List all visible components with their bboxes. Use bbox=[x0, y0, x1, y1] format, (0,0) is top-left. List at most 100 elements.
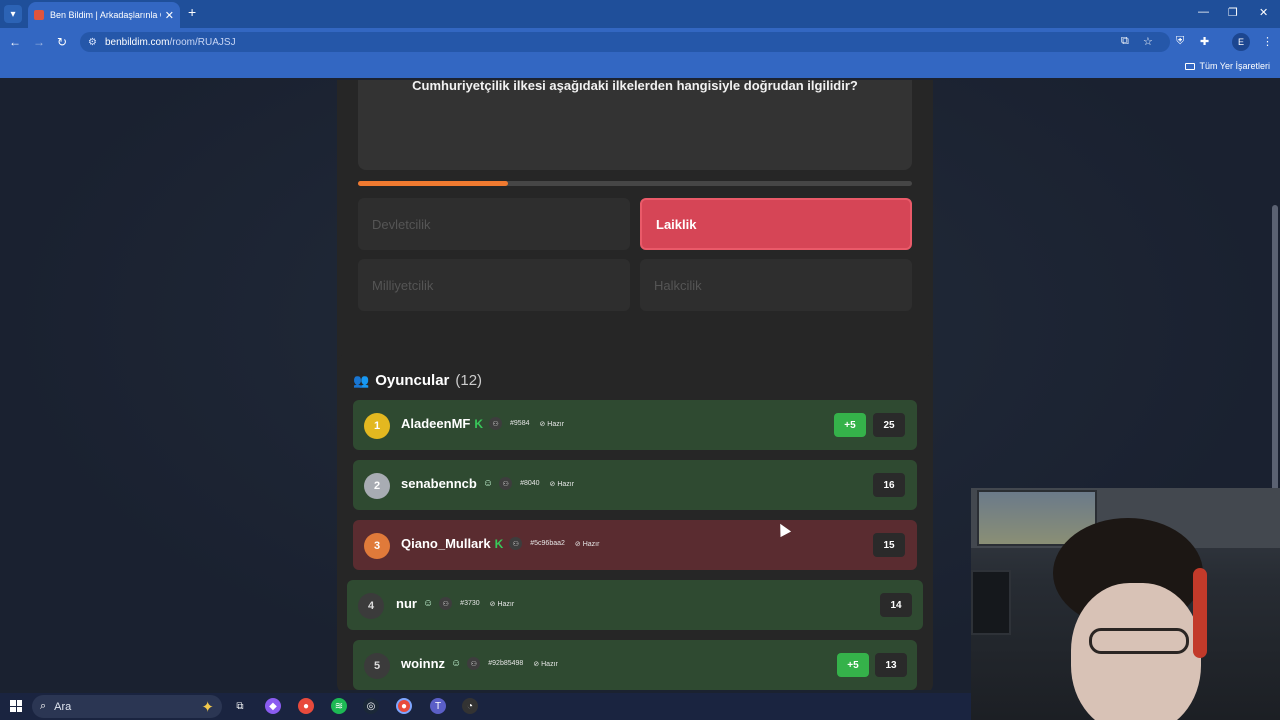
window-minimize-icon[interactable]: — bbox=[1198, 6, 1209, 18]
url-text: benbildim.com/room/RUAJSJ bbox=[104, 36, 236, 48]
question-box: Cumhuriyetçilik ilkesi aşağıdaki ilkeler… bbox=[358, 80, 912, 170]
players-count: (12) bbox=[455, 372, 483, 389]
player-row: 4 nur ☺ ⚇ #3730 ⊘ Hazır 14 bbox=[347, 580, 923, 630]
install-app-icon[interactable]: ⧉ bbox=[1121, 35, 1129, 48]
all-bookmarks-button[interactable]: Tüm Yer İşaretleri bbox=[1185, 61, 1270, 71]
players-header: 👥 Oyuncular (12) bbox=[353, 372, 482, 389]
player-name: Qiano_Mullark bbox=[401, 536, 491, 551]
score-badge: 13 bbox=[875, 653, 907, 677]
browser-tab-bar: ▾ Ben Bildim | Arkadaşlarınla Onli ✕ + —… bbox=[0, 0, 1280, 28]
player-row: 3 Qiano_Mullark K ⚇ #5c96baa2 ⊘ Hazır 15 bbox=[353, 520, 917, 570]
players-title: Oyuncular bbox=[375, 372, 450, 389]
webcam-person-glasses bbox=[1089, 628, 1189, 654]
player-name-line: woinnz ☺ ⚇ #92b85498 ⊘ Hazır bbox=[401, 656, 558, 671]
score-badge: 25 bbox=[873, 413, 905, 437]
ready-status: ⊘ Hazır bbox=[539, 420, 565, 428]
windows-start-icon[interactable] bbox=[10, 700, 22, 712]
menu-kebab-icon[interactable]: ⋮ bbox=[1262, 35, 1273, 48]
new-tab-button[interactable]: + bbox=[188, 4, 196, 20]
copilot-sparkle-icon: ✦ bbox=[201, 699, 214, 716]
bookmarks-bar: Tüm Yer İşaretleri bbox=[0, 56, 1280, 78]
rank-badge: 1 bbox=[364, 413, 390, 439]
tab-title: Ben Bildim | Arkadaşlarınla Onli bbox=[50, 10, 161, 20]
rank-badge: 3 bbox=[364, 533, 390, 559]
window-close-icon[interactable]: ✕ bbox=[1259, 6, 1268, 19]
ready-status: ⊘ Hazır bbox=[574, 540, 600, 548]
player-name-line: senabenncb ☺ ⚇ #8040 ⊘ Hazır bbox=[401, 476, 574, 491]
chrome-active-icon[interactable]: ● bbox=[396, 698, 412, 714]
kick-badge-icon: K bbox=[474, 416, 484, 431]
rank-badge: 4 bbox=[358, 593, 384, 619]
player-tag: #92b85498 bbox=[488, 660, 524, 667]
browser-toolbar: ← → ↻ ⚙ benbildim.com/room/RUAJSJ ⧉ ☆ ⛨ … bbox=[0, 28, 1280, 56]
answer-option-1[interactable]: Devletcilik bbox=[358, 198, 630, 250]
friend-icon[interactable]: ⚇ bbox=[489, 417, 503, 430]
bonus-badge: +5 bbox=[834, 413, 866, 437]
folder-icon bbox=[1185, 63, 1196, 70]
user-icon: ☺ bbox=[451, 658, 462, 669]
answer-option-2-correct[interactable]: Laiklik bbox=[640, 198, 912, 250]
timer-progress-fill bbox=[358, 181, 508, 186]
address-bar[interactable]: ⚙ benbildim.com/room/RUAJSJ bbox=[80, 32, 1170, 52]
site-info-icon[interactable]: ⚙ bbox=[88, 37, 97, 48]
ready-status: ⊘ Hazır bbox=[489, 600, 515, 608]
webcam-headset bbox=[1193, 568, 1207, 658]
friend-icon[interactable]: ⚇ bbox=[509, 537, 523, 550]
search-icon: ⌕ bbox=[40, 700, 47, 712]
bookmark-star-icon[interactable]: ☆ bbox=[1143, 35, 1153, 48]
player-name: senabenncb bbox=[401, 476, 477, 491]
windows-taskbar: ⌕ Ara ✦ ⧉ ◆ ● ≋ ◎ ● T ◔ bbox=[0, 693, 971, 720]
forward-arrow-icon[interactable]: → bbox=[33, 35, 45, 49]
answer-option-4[interactable]: Halkcilik bbox=[640, 259, 912, 311]
spotify-icon[interactable]: ≋ bbox=[331, 698, 347, 714]
players-card: 👥 Oyuncular (12) 1 AladeenMF K ⚇ #9584 ⊘… bbox=[337, 354, 933, 690]
tab-search-button[interactable]: ▾ bbox=[4, 5, 22, 23]
player-row: 1 AladeenMF K ⚇ #9584 ⊘ Hazır +5 25 bbox=[353, 400, 917, 450]
tab-close-icon[interactable]: ✕ bbox=[165, 9, 174, 22]
player-row: 5 woinnz ☺ ⚇ #92b85498 ⊘ Hazır +5 13 bbox=[353, 640, 917, 690]
score-badge: 16 bbox=[873, 473, 905, 497]
teams-icon[interactable]: T bbox=[430, 698, 446, 714]
player-tag: #3730 bbox=[460, 600, 480, 607]
steam-icon[interactable]: ◎ bbox=[363, 698, 379, 714]
rank-badge: 5 bbox=[364, 653, 390, 679]
player-tag: #8040 bbox=[520, 480, 540, 487]
friend-icon[interactable]: ⚇ bbox=[467, 657, 481, 670]
score-badge: 15 bbox=[873, 533, 905, 557]
question-text: Cumhuriyetçilik ilkesi aşağıdaki ilkeler… bbox=[412, 80, 858, 93]
copilot-icon[interactable]: ◆ bbox=[265, 698, 281, 714]
window-restore-icon[interactable]: ❐ bbox=[1228, 6, 1238, 19]
user-icon: ☺ bbox=[422, 598, 434, 609]
player-name-line: AladeenMF K ⚇ #9584 ⊘ Hazır bbox=[401, 416, 564, 431]
app-icon[interactable]: ◔ bbox=[462, 698, 478, 714]
player-name-line: nur ☺ ⚇ #3730 ⊘ Hazır bbox=[396, 596, 514, 611]
player-name: AladeenMF bbox=[401, 416, 471, 431]
webcam-overlay bbox=[971, 488, 1280, 720]
reload-icon[interactable]: ↻ bbox=[57, 35, 67, 49]
chrome-icon[interactable]: ● bbox=[298, 698, 314, 714]
task-view-icon[interactable]: ⧉ bbox=[232, 698, 248, 714]
browser-tab-active[interactable]: Ben Bildim | Arkadaşlarınla Onli ✕ bbox=[28, 2, 180, 28]
timer-progress-bar bbox=[358, 181, 912, 186]
page-scrollbar[interactable] bbox=[1272, 205, 1278, 515]
player-name-line: Qiano_Mullark K ⚇ #5c96baa2 ⊘ Hazır bbox=[401, 536, 599, 551]
answer-option-3[interactable]: Milliyetcilik bbox=[358, 259, 630, 311]
friend-icon[interactable]: ⚇ bbox=[499, 477, 513, 490]
friend-icon[interactable]: ⚇ bbox=[439, 597, 453, 610]
profile-avatar[interactable]: E bbox=[1232, 33, 1250, 51]
player-tag: #9584 bbox=[510, 420, 530, 427]
back-arrow-icon[interactable]: ← bbox=[9, 35, 21, 49]
webcam-monitor bbox=[971, 570, 1011, 635]
kick-badge-icon: K bbox=[494, 536, 504, 551]
score-badge: 14 bbox=[880, 593, 912, 617]
taskbar-search-placeholder: Ara bbox=[54, 700, 72, 713]
ready-status: ⊘ Hazır bbox=[533, 660, 558, 668]
player-name: nur bbox=[396, 596, 417, 611]
bonus-badge: +5 bbox=[837, 653, 869, 677]
player-row: 2 senabenncb ☺ ⚇ #8040 ⊘ Hazır 16 bbox=[353, 460, 917, 510]
ready-status: ⊘ Hazır bbox=[549, 480, 575, 488]
extensions-puzzle-icon[interactable]: ✚ bbox=[1200, 35, 1209, 48]
taskbar-search[interactable]: ⌕ Ara ✦ bbox=[32, 695, 222, 718]
shield-extension-icon[interactable]: ⛨ bbox=[1176, 35, 1184, 48]
user-icon: ☺ bbox=[482, 478, 494, 489]
